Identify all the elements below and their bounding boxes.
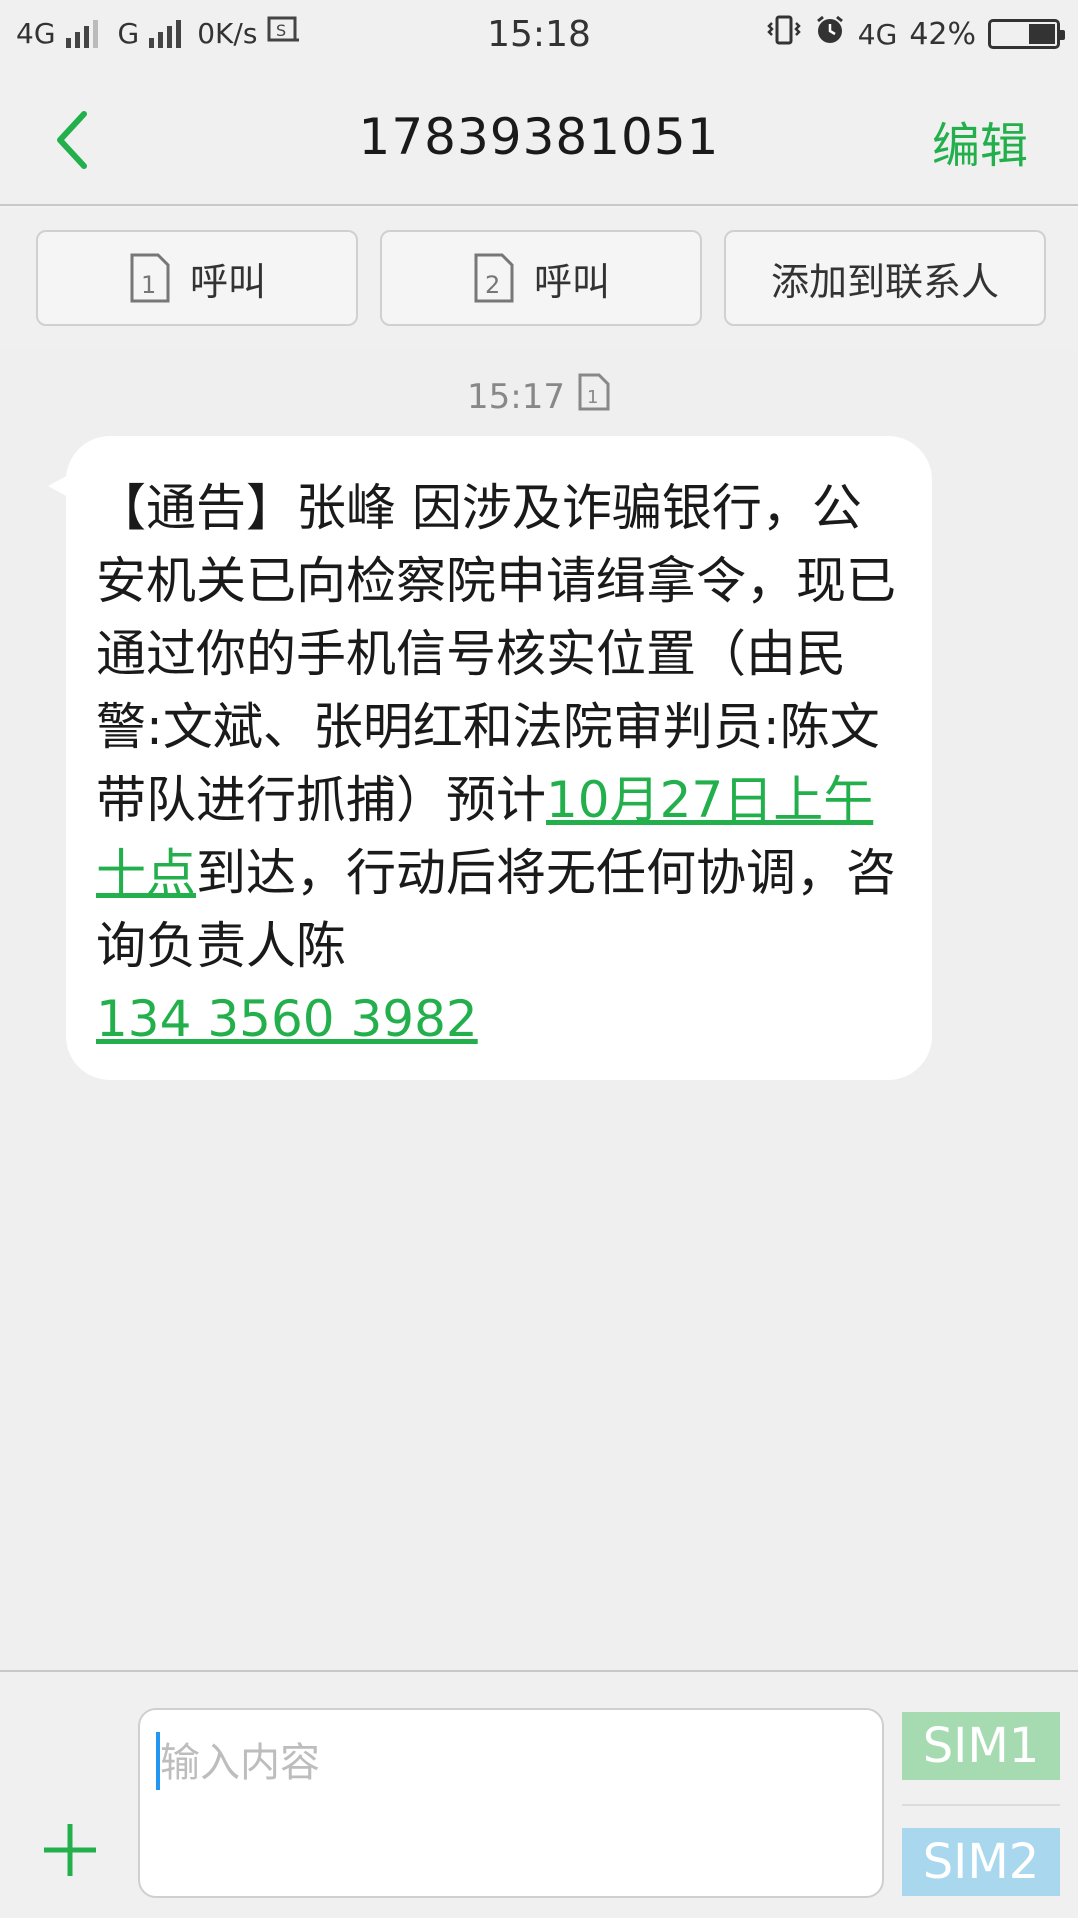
message-input-placeholder: 输入内容 (160, 1740, 320, 1786)
status-bar: 4G G 0K/s S 15:18 4G 42% (0, 0, 1078, 72)
message-bubble[interactable]: 【通告】张峰 因涉及诈骗银行，公安机关已向检察院申请缉拿令，现已通过你的手机信号… (48, 436, 932, 1080)
status-left: 4G G 0K/s S (16, 14, 301, 52)
data-speed: 0K/s (197, 16, 258, 50)
send-sim1-button[interactable]: SIM1 (902, 1712, 1060, 1780)
call-sim1-button[interactable]: 1 呼叫 (36, 230, 358, 326)
contact-number-title: 17839381051 (358, 108, 720, 166)
network-type-2: G (117, 16, 140, 50)
message-text: 到达，行动后将无任何协调，咨询负责人陈 (96, 844, 896, 975)
divider (902, 1804, 1060, 1806)
add-to-contacts-button[interactable]: 添加到联系人 (724, 230, 1046, 326)
network-type-1: 4G (16, 16, 56, 50)
sim-card-icon: 1 (128, 251, 172, 305)
call-sim2-label: 呼叫 (533, 259, 610, 304)
call-sim1-label: 呼叫 (189, 259, 266, 304)
status-right: 4G 42% (766, 14, 1065, 54)
svg-text:1: 1 (587, 387, 598, 408)
message-timestamp: 15:17 1 (0, 372, 1078, 421)
signal-icon-1 (65, 18, 98, 48)
alarm-icon (814, 14, 846, 54)
sim-card-icon: 1 (577, 372, 611, 421)
message-input[interactable]: 输入内容 (138, 1708, 884, 1898)
battery-percent: 42% (909, 16, 976, 52)
add-attachment-button[interactable] (40, 1820, 100, 1880)
call-sim2-button[interactable]: 2 呼叫 (380, 230, 702, 326)
battery-icon (988, 19, 1065, 49)
signal-icon-2 (149, 18, 182, 48)
message-list[interactable]: 15:17 1 【通告】张峰 因涉及诈骗银行，公安机关已向检察院申请缉拿令，现已… (0, 350, 1078, 1670)
network-type-3: 4G (857, 17, 898, 51)
edit-button[interactable]: 编辑 (932, 106, 1028, 176)
vibrate-icon (766, 14, 802, 54)
send-sim2-button[interactable]: SIM2 (902, 1828, 1060, 1896)
action-bar: 1 呼叫 2 呼叫 添加到联系人 (0, 208, 1078, 350)
svg-text:2: 2 (485, 271, 500, 299)
conversation-header: 17839381051 编辑 (0, 72, 1078, 206)
phone-link[interactable]: 134 3560 3982 (96, 990, 478, 1048)
screenshot-icon: S (267, 14, 301, 52)
svg-text:1: 1 (141, 271, 156, 299)
back-arrow-icon (57, 111, 87, 169)
battery-fill (1028, 24, 1055, 44)
back-button[interactable] (46, 102, 106, 178)
plus-icon (44, 1824, 96, 1876)
timestamp-text: 15:17 (467, 376, 565, 417)
compose-bar: 输入内容 SIM1 SIM2 (0, 1670, 1078, 1918)
svg-text:S: S (276, 21, 286, 40)
sim-card-icon: 2 (472, 251, 516, 305)
